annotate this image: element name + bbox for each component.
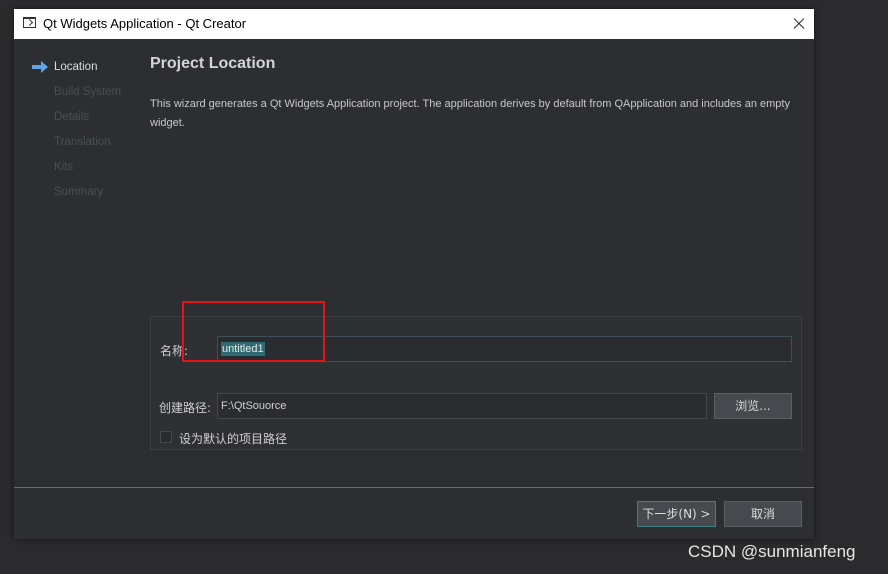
wizard-steps: Location Build System Details Translatio… bbox=[32, 59, 142, 209]
arrow-right-icon bbox=[32, 61, 48, 73]
step-translation: Translation bbox=[32, 134, 142, 159]
step-summary: Summary bbox=[32, 184, 142, 209]
default-path-label: 设为默认的项目路径 bbox=[179, 432, 288, 446]
page-title: Project Location bbox=[150, 55, 276, 72]
step-label: Kits bbox=[54, 161, 74, 173]
step-label: Summary bbox=[54, 186, 104, 198]
default-path-checkbox[interactable] bbox=[160, 431, 172, 443]
window-title: Qt Widgets Application - Qt Creator bbox=[43, 16, 247, 31]
project-name-value: untitled1 bbox=[221, 342, 265, 356]
project-path-input[interactable]: F:\QtSouorce bbox=[217, 393, 707, 419]
wizard-window: Qt Widgets Application - Qt Creator Loca… bbox=[14, 9, 814, 539]
footer-divider bbox=[14, 487, 814, 488]
step-location: Location bbox=[32, 59, 142, 84]
step-kits: Kits bbox=[32, 159, 142, 184]
step-label: Build System bbox=[54, 86, 122, 98]
desktop: Qt Widgets Application - Qt Creator Loca… bbox=[0, 0, 888, 574]
step-label: Details bbox=[54, 111, 90, 123]
qt-creator-window-icon bbox=[23, 17, 36, 28]
name-label: 名称: bbox=[160, 344, 189, 358]
step-build-system: Build System bbox=[32, 84, 142, 109]
location-form: 名称: untitled1 创建路径: F:\QtSouorce 浏览... 设… bbox=[150, 316, 802, 450]
path-label: 创建路径: bbox=[159, 401, 212, 415]
next-button[interactable]: 下一步(N) > bbox=[637, 501, 716, 527]
browse-button[interactable]: 浏览... bbox=[714, 393, 792, 419]
step-details: Details bbox=[32, 109, 142, 134]
cancel-button[interactable]: 取消 bbox=[724, 501, 802, 527]
title-bar[interactable]: Qt Widgets Application - Qt Creator bbox=[14, 9, 814, 39]
step-label: Translation bbox=[54, 136, 111, 148]
close-icon[interactable] bbox=[784, 9, 814, 39]
project-path-value: F:\QtSouorce bbox=[221, 400, 287, 412]
watermark: CSDN @sunmianfeng bbox=[688, 542, 856, 561]
project-name-input[interactable]: untitled1 bbox=[217, 336, 792, 362]
step-label: Location bbox=[54, 61, 98, 73]
page-description: This wizard generates a Qt Widgets Appli… bbox=[150, 98, 790, 129]
